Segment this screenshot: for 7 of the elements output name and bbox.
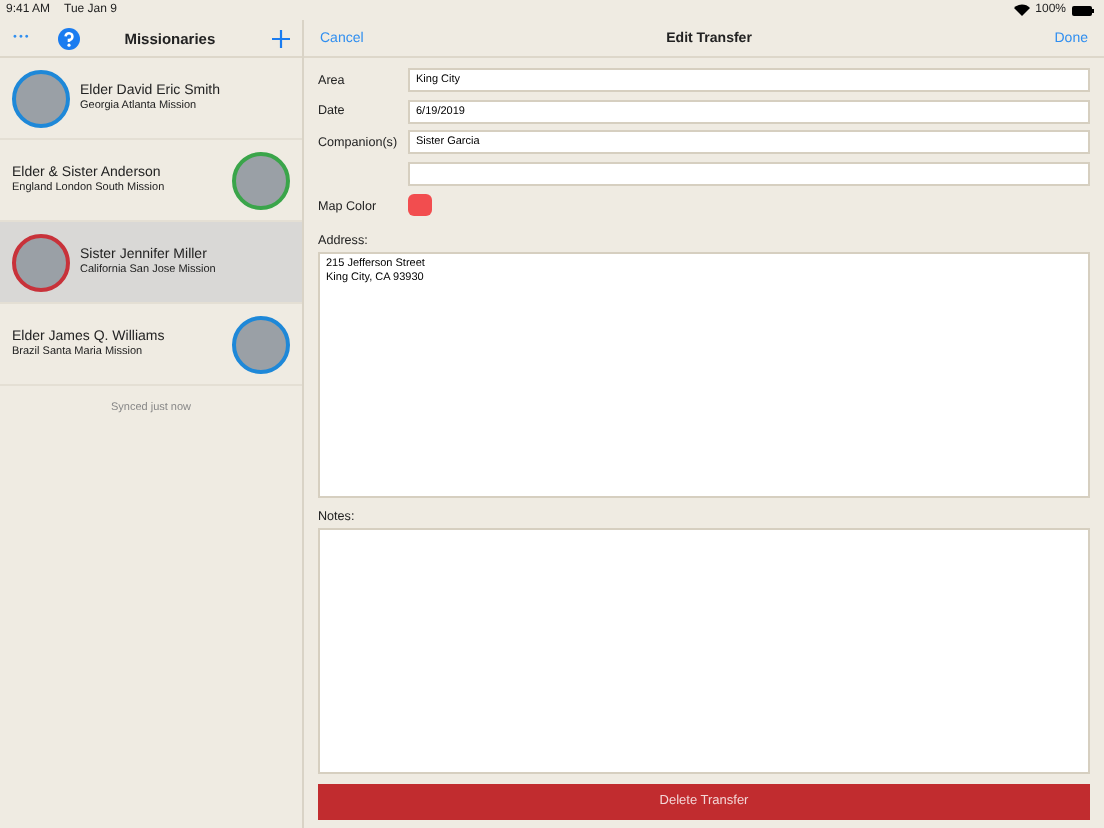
notes-field[interactable] <box>318 527 1090 773</box>
add-icon[interactable] <box>272 29 290 47</box>
color-swatch[interactable] <box>408 194 432 216</box>
battery-icon <box>1072 5 1094 15</box>
input-field[interactable] <box>408 161 1090 185</box>
help-icon[interactable] <box>57 27 80 49</box>
wifi-icon <box>1013 4 1030 16</box>
